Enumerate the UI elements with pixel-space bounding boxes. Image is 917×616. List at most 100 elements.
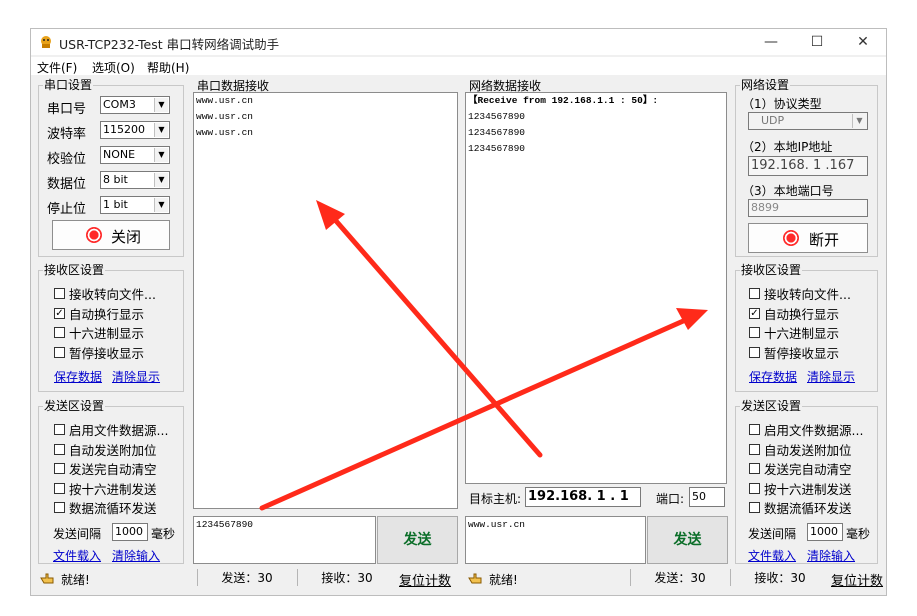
right-clear-display-link[interactable]: 清除显示 xyxy=(807,368,855,385)
left-interval-input[interactable]: 1000 xyxy=(112,523,148,541)
left-send-opt-0-checkbox[interactable] xyxy=(54,424,65,435)
serial-receive-area[interactable]: www.usr.cn www.usr.cn www.usr.cn xyxy=(193,92,458,509)
local-ip-input[interactable]: 192.168. 1 .167 xyxy=(748,156,868,176)
left-save-data-link[interactable]: 保存数据 xyxy=(54,368,102,385)
left-send-settings-group: 发送区设置 启用文件数据源... 自动发送附加位 发送完自动清空 按十六进制发送… xyxy=(38,399,184,564)
port-value: COM3 xyxy=(103,98,136,111)
baud-value: 115200 xyxy=(103,123,145,136)
right-send-opt-4-checkbox[interactable] xyxy=(749,502,760,513)
left-send-opt-3-checkbox[interactable] xyxy=(54,483,65,494)
serial-send-button[interactable]: 发送 xyxy=(377,516,458,564)
status-lamp-icon xyxy=(783,230,799,246)
chevron-down-icon: ▼ xyxy=(154,98,168,112)
app-window: USR-TCP232-Test 串口转网络调试助手 — ☐ ✕ 文件(F) 选项… xyxy=(30,28,887,596)
serial-close-label: 关闭 xyxy=(111,228,142,246)
port-select[interactable]: COM3 ▼ xyxy=(100,96,170,114)
right-send-opt-0-checkbox[interactable] xyxy=(749,424,760,435)
network-send-input[interactable]: www.usr.cn xyxy=(465,516,646,564)
left-send-opt-1-label: 自动发送附加位 xyxy=(69,443,157,458)
left-reset-count-button[interactable]: 复位计数 xyxy=(399,570,451,589)
left-file-load-link[interactable]: 文件载入 xyxy=(53,547,101,564)
left-recv-opt-2-checkbox[interactable] xyxy=(54,327,65,338)
left-status-received: 接收：30 xyxy=(297,569,396,586)
right-recv-opt-0-checkbox[interactable] xyxy=(749,288,760,299)
left-send-settings-title: 发送区设置 xyxy=(43,399,106,413)
network-send-button[interactable]: 发送 xyxy=(647,516,728,564)
left-status-ready: 就绪! xyxy=(61,573,90,587)
right-recv-opt-2-checkbox[interactable] xyxy=(749,327,760,338)
parity-value: NONE xyxy=(103,148,136,161)
menu-file[interactable]: 文件(F) xyxy=(37,59,77,76)
left-send-opt-1-checkbox[interactable] xyxy=(54,444,65,455)
right-send-opt-3-checkbox[interactable] xyxy=(749,483,760,494)
right-send-settings-title: 发送区设置 xyxy=(740,399,803,413)
local-port-input[interactable]: 8899 xyxy=(748,199,868,217)
chevron-down-icon: ▼ xyxy=(154,148,168,162)
maximize-button[interactable]: ☐ xyxy=(797,31,837,53)
chevron-down-icon: ▼ xyxy=(154,198,168,212)
databits-select[interactable]: 8 bit ▼ xyxy=(100,171,170,189)
right-interval-unit: 毫秒 xyxy=(846,527,871,541)
databits-label: 数据位 xyxy=(47,177,87,192)
left-recv-opt-1-checkbox[interactable]: ✓ xyxy=(54,308,65,319)
right-recv-opt-3-label: 暂停接收显示 xyxy=(764,346,840,361)
left-interval-unit: 毫秒 xyxy=(151,527,176,541)
right-recv-opt-3-checkbox[interactable] xyxy=(749,347,760,358)
menu-options[interactable]: 选项(O) xyxy=(92,59,135,76)
network-disconnect-button[interactable]: 断开 xyxy=(748,223,868,253)
left-clear-display-link[interactable]: 清除显示 xyxy=(112,368,160,385)
serial-receive-line: www.usr.cn xyxy=(196,111,254,122)
target-port-label: 端口: xyxy=(656,492,685,506)
left-recv-opt-3-label: 暂停接收显示 xyxy=(69,346,145,361)
right-send-opt-0-label: 启用文件数据源... xyxy=(764,423,864,438)
right-recv-opt-0-label: 接收转向文件... xyxy=(764,287,851,302)
network-settings-group: 网络设置 （1）协议类型 UDP ▼ （2）本地IP地址 192.168. 1 .… xyxy=(735,78,878,257)
right-file-load-link[interactable]: 文件载入 xyxy=(748,547,796,564)
left-recv-opt-0-checkbox[interactable] xyxy=(54,288,65,299)
port-label: 串口号 xyxy=(47,102,87,117)
network-settings-title: 网络设置 xyxy=(740,78,791,92)
left-clear-input-link[interactable]: 清除输入 xyxy=(112,547,160,564)
left-send-opt-0-label: 启用文件数据源... xyxy=(69,423,169,438)
right-send-opt-3-label: 按十六进制发送 xyxy=(764,482,852,497)
network-receive-area[interactable]: 【Receive from 192.168.1.1 : 50】: 1234567… xyxy=(465,92,727,484)
protocol-value: UDP xyxy=(761,114,785,127)
left-send-opt-4-checkbox[interactable] xyxy=(54,502,65,513)
right-interval-input[interactable]: 1000 xyxy=(807,523,843,541)
right-save-data-link[interactable]: 保存数据 xyxy=(749,368,797,385)
left-send-opt-2-checkbox[interactable] xyxy=(54,463,65,474)
right-send-opt-2-checkbox[interactable] xyxy=(749,463,760,474)
stopbits-select[interactable]: 1 bit ▼ xyxy=(100,196,170,214)
right-status-received: 接收：30 xyxy=(730,569,829,586)
minimize-button[interactable]: — xyxy=(751,31,791,53)
right-send-opt-1-checkbox[interactable] xyxy=(749,444,760,455)
serial-close-button[interactable]: 关闭 xyxy=(52,220,170,250)
right-status-sent: 发送：30 xyxy=(630,569,729,586)
network-send-text: www.usr.cn xyxy=(468,519,526,530)
protocol-select[interactable]: UDP ▼ xyxy=(748,112,868,130)
close-window-button[interactable]: ✕ xyxy=(843,31,883,53)
target-host-input[interactable]: 192.168. 1 . 1 xyxy=(525,487,641,507)
left-send-opt-2-label: 发送完自动清空 xyxy=(69,462,157,477)
right-clear-input-link[interactable]: 清除输入 xyxy=(807,547,855,564)
target-port-input[interactable]: 50 xyxy=(689,487,725,507)
right-recv-opt-1-checkbox[interactable]: ✓ xyxy=(749,308,760,319)
parity-select[interactable]: NONE ▼ xyxy=(100,146,170,164)
serial-receive-line: www.usr.cn xyxy=(196,95,254,106)
serial-settings-group: 串口设置 串口号 COM3 ▼ 波特率 115200 ▼ 校验位 NONE ▼ 数据位… xyxy=(38,78,184,257)
left-receive-settings-group: 接收区设置 接收转向文件... ✓ 自动换行显示 十六进制显示 暂停接收显示 保… xyxy=(38,263,184,392)
left-recv-opt-0-label: 接收转向文件... xyxy=(69,287,156,302)
baud-select[interactable]: 115200 ▼ xyxy=(100,121,170,139)
protocol-label: （1）协议类型 xyxy=(742,97,822,111)
target-host-label: 目标主机: xyxy=(469,492,522,506)
right-send-opt-2-label: 发送完自动清空 xyxy=(764,462,852,477)
right-status-ready: 就绪! xyxy=(489,573,518,587)
chevron-down-icon: ▼ xyxy=(154,123,168,137)
pointing-hand-icon xyxy=(468,573,482,584)
right-reset-count-button[interactable]: 复位计数 xyxy=(831,570,883,589)
serial-send-input[interactable]: 1234567890 xyxy=(193,516,376,564)
parity-label: 校验位 xyxy=(47,152,87,167)
left-recv-opt-3-checkbox[interactable] xyxy=(54,347,65,358)
right-recv-opt-1-label: 自动换行显示 xyxy=(764,307,840,322)
menu-help[interactable]: 帮助(H) xyxy=(147,59,189,76)
